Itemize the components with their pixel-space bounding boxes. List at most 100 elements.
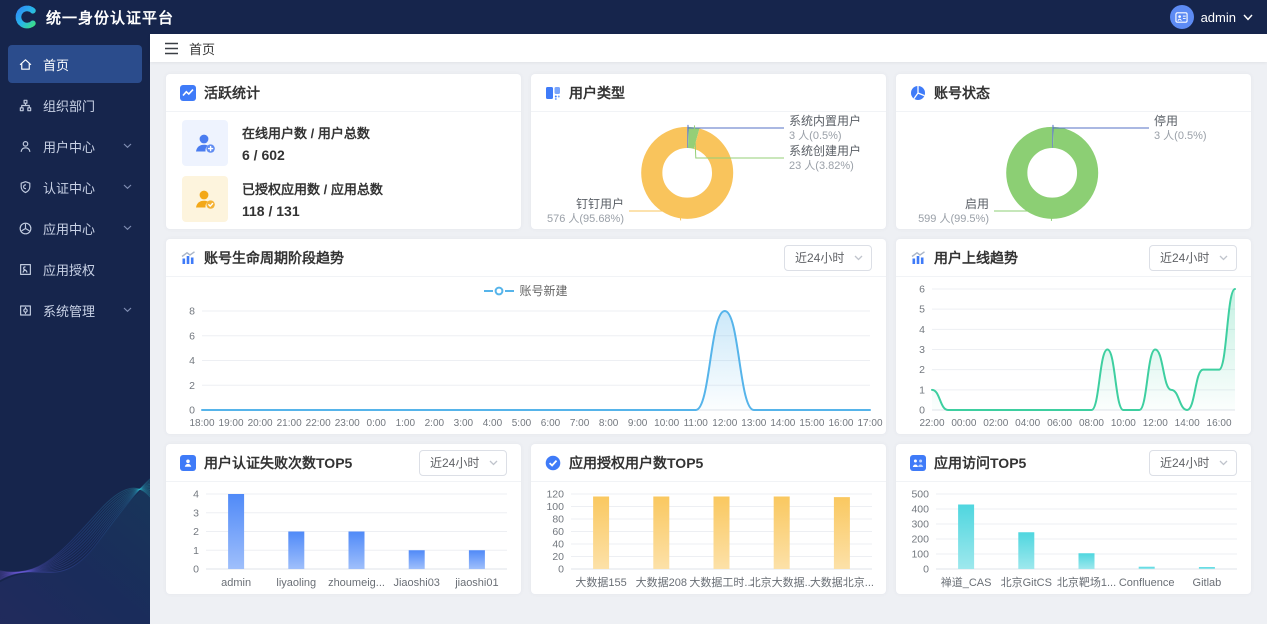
svg-text:0:00: 0:00 [367, 418, 387, 429]
app-visits-bar-chart: 0 100 200 300 400 500 禅道_CAS 北京GitCS 北京靶场1... Con… [896, 482, 1251, 594]
user-menu[interactable]: admin [1169, 5, 1253, 29]
trend-chart-icon [911, 250, 925, 264]
svg-text:禅道_CAS: 禅道_CAS [941, 575, 992, 589]
stat-label: 已授权应用数 / 应用总数 [242, 181, 383, 197]
svg-text:20: 20 [552, 551, 564, 563]
card-app-visits-top5: 应用访问TOP5 近24小时 0 100 200 300 400 500 禅道_CAS 北京G… [896, 444, 1251, 594]
svg-text:6: 6 [919, 284, 925, 296]
sidebar-item-app-grant[interactable]: 应用授权 [8, 250, 142, 288]
account-status-pie-chart: 停用 3 人(0.5%) 启用 599 人(99.5%) [896, 112, 1251, 229]
card-title: 账号状态 [934, 84, 990, 101]
org-icon [19, 99, 32, 111]
svg-text:1: 1 [919, 384, 925, 396]
svg-text:12:00: 12:00 [712, 418, 737, 429]
app-title: 统一身份认证平台 [46, 9, 175, 27]
svg-text:大数据208: 大数据208 [636, 575, 687, 589]
svg-text:7:00: 7:00 [570, 418, 590, 429]
gear-icon [20, 304, 31, 316]
svg-text:1: 1 [193, 545, 199, 557]
user-type-icon [546, 86, 560, 100]
sidebar: 首页组织部门用户中心认证中心应用中心应用授权系统管理 [0, 34, 150, 624]
svg-text:4:00: 4:00 [483, 418, 503, 429]
svg-text:11:00: 11:00 [684, 418, 709, 429]
sidebar-item-auth-center[interactable]: 认证中心 [8, 168, 142, 206]
sidebar-item-label: 应用授权 [43, 262, 96, 278]
svg-text:0: 0 [193, 564, 199, 576]
svg-text:2: 2 [189, 380, 195, 392]
time-range-select[interactable]: 近24小时 [1149, 244, 1237, 271]
svg-text:14:00: 14:00 [770, 418, 795, 429]
svg-text:22:00: 22:00 [919, 418, 944, 429]
svg-text:21:00: 21:00 [277, 418, 302, 429]
svg-text:liyaoling: liyaoling [276, 577, 316, 589]
stat-value: 118 / 131 [242, 202, 300, 219]
svg-text:3:00: 3:00 [454, 418, 474, 429]
chevron-down-icon [854, 255, 863, 260]
sidebar-item-label: 认证中心 [43, 180, 96, 196]
chevron-down-icon [123, 225, 132, 231]
svg-text:5: 5 [919, 304, 925, 316]
card-title: 用户上线趋势 [934, 249, 1018, 266]
svg-text:启用599 人(99.5%): 启用 599 人(99.5%) [918, 197, 989, 225]
auth-fail-bar-chart: 0 1 2 3 4 admin liyaoling zhoumeig... Jiaoshi03 j… [166, 482, 521, 594]
trend-chart-icon [181, 250, 195, 264]
sidebar-item-user-center[interactable]: 用户中心 [8, 127, 142, 165]
svg-text:2: 2 [919, 364, 925, 376]
sidebar-item-org[interactable]: 组织部门 [8, 86, 142, 124]
svg-text:18:00: 18:00 [189, 418, 214, 429]
dashboard: 活跃统计 在线用户数 / 用户总数 6 / 602 已授权应用数 / 应用总数 118… [150, 62, 1267, 624]
svg-text:钉钉用户576 人(95.68%): 钉钉用户 576 人(95.68%) [547, 196, 624, 225]
sidebar-wave-decoration [0, 478, 150, 624]
user-name: admin [1200, 9, 1236, 25]
svg-text:Jiaoshi03: Jiaoshi03 [393, 577, 439, 589]
svg-text:100: 100 [911, 549, 929, 561]
svg-text:40: 40 [552, 539, 564, 551]
auth-fail-icon [180, 454, 196, 471]
avatar [1169, 5, 1194, 29]
time-range-select[interactable]: 近24小时 [784, 244, 872, 271]
sidebar-item-home[interactable]: 首页 [8, 45, 142, 83]
svg-text:80: 80 [552, 514, 564, 526]
chevron-down-icon [1219, 460, 1228, 465]
svg-text:大数据155: 大数据155 [575, 575, 626, 589]
shield-icon [20, 180, 31, 193]
time-range-value: 近24小时 [1160, 456, 1210, 470]
svg-text:13:00: 13:00 [741, 418, 766, 429]
svg-text:0: 0 [919, 405, 925, 417]
card-app-users-top5: 应用授权用户数TOP5 0 20 40 60 80 100 120 大数据155 大数据208 大… [531, 444, 886, 594]
time-range-value: 近24小时 [1160, 251, 1210, 265]
sidebar-collapse-icon[interactable] [164, 42, 179, 55]
legend-line-marker-icon [484, 286, 515, 295]
sidebar-item-app-center[interactable]: 应用中心 [8, 209, 142, 247]
chart-legend[interactable]: 账号新建 [166, 282, 886, 299]
time-range-select[interactable]: 近24小时 [1149, 449, 1237, 476]
id-card-icon [1175, 11, 1188, 23]
svg-text:大数据北京...: 大数据北京... [810, 575, 874, 589]
svg-text:admin: admin [221, 577, 251, 589]
svg-text:19:00: 19:00 [219, 418, 244, 429]
breadcrumb-bar: 首页 [150, 34, 1267, 62]
card-active-stats: 活跃统计 在线用户数 / 用户总数 6 / 602 已授权应用数 / 应用总数 118… [166, 74, 521, 229]
svg-text:Gitlab: Gitlab [1193, 577, 1222, 589]
svg-text:Confluence: Confluence [1119, 577, 1175, 589]
sidebar-item-label: 组织部门 [43, 98, 96, 114]
svg-text:8: 8 [189, 306, 195, 318]
chevron-down-icon [123, 184, 132, 190]
svg-text:16:00: 16:00 [1207, 418, 1232, 429]
line-chart-icon [180, 84, 196, 101]
svg-text:17:00: 17:00 [857, 418, 882, 429]
time-range-select[interactable]: 近24小时 [419, 449, 507, 476]
svg-text:60: 60 [552, 526, 564, 538]
sidebar-item-system[interactable]: 系统管理 [8, 291, 142, 329]
svg-text:北京靶场1...: 北京靶场1... [1057, 575, 1116, 589]
svg-text:20:00: 20:00 [248, 418, 273, 429]
app-header: 统一身份认证平台 admin [0, 0, 1267, 34]
stat-label: 在线用户数 / 用户总数 [242, 125, 370, 141]
svg-text:4: 4 [189, 355, 195, 367]
lifecycle-line-chart: 0 2 4 6 8 18:00 19:00 20:00 21:00 22:00 23:00 0:00 1… [166, 299, 886, 434]
card-auth-fail-top5: 用户认证失败次数TOP5 近24小时 0 1 2 3 4 admin liyaoling zh… [166, 444, 521, 594]
sidebar-item-label: 应用中心 [43, 221, 96, 237]
svg-text:系统内置用户3 人(0.5%): 系统内置用户 3 人(0.5%) [789, 113, 861, 142]
time-range-value: 近24小时 [795, 251, 845, 265]
svg-text:2: 2 [193, 526, 199, 538]
